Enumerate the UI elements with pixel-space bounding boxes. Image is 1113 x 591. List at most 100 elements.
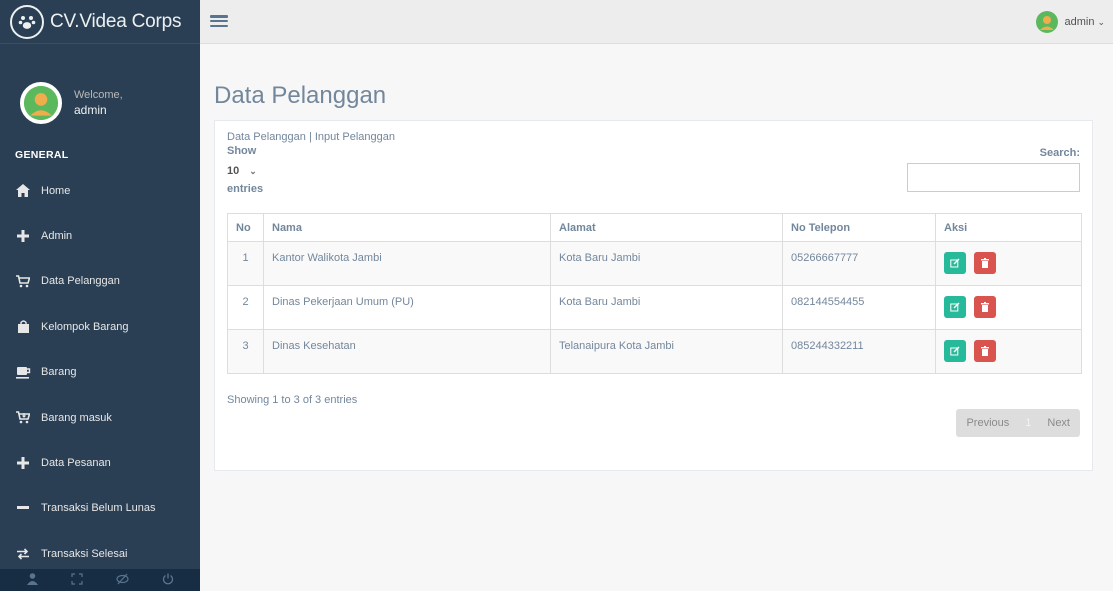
cell-nama: Kantor Walikota Jambi: [263, 241, 551, 286]
edit-button[interactable]: [944, 340, 966, 362]
sidebar-footer: [0, 569, 200, 591]
table-row: 3 Dinas Kesehatan Telanaipura Kota Jambi…: [227, 329, 1082, 374]
table-header-row: No Nama Alamat No Telepon Aksi: [227, 213, 1082, 242]
column-header-telepon[interactable]: No Telepon: [782, 213, 936, 242]
chevron-down-icon: ⌄: [1097, 16, 1105, 27]
delete-button[interactable]: [974, 252, 997, 274]
sidebar-menu: Home Admin Data Pelanggan Kelompok Baran…: [0, 168, 200, 577]
data-panel: Data Pelanggan | Input Pelanggan Show 10…: [214, 120, 1093, 471]
cell-aksi: [935, 329, 1082, 374]
sidebar-item-admin[interactable]: Admin: [0, 213, 200, 258]
plus-icon: [15, 455, 31, 471]
trash-icon: [981, 346, 990, 356]
paw-icon: [10, 4, 44, 39]
page-size-value: 10: [227, 165, 240, 177]
user-icon[interactable]: [26, 572, 38, 588]
sidebar-item-label: Data Pesanan: [41, 457, 111, 470]
table-info: Showing 1 to 3 of 3 entries: [227, 394, 358, 406]
cell-no: 3: [227, 329, 264, 374]
sidebar-item-label: Kelompok Barang: [41, 320, 129, 333]
page-title: Data Pelanggan: [214, 82, 387, 109]
previous-button[interactable]: Previous: [956, 409, 1020, 437]
cell-no: 2: [227, 285, 264, 330]
cell-no: 1: [227, 241, 264, 286]
sidebar-item-transaksi-belum-lunas[interactable]: Transaksi Belum Lunas: [0, 486, 200, 531]
trash-icon: [981, 258, 990, 268]
sidebar-item-home[interactable]: Home: [0, 168, 200, 213]
plus-icon: [15, 228, 31, 244]
table-row: 1 Kantor Walikota Jambi Kota Baru Jambi …: [227, 241, 1082, 286]
power-icon[interactable]: [162, 573, 174, 588]
cell-alamat: Kota Baru Jambi: [550, 285, 783, 330]
table-controls: Show 10 ⌄ entries Search:: [227, 143, 1080, 207]
trash-icon: [981, 302, 990, 312]
cell-alamat: Telanaipura Kota Jambi: [550, 329, 783, 374]
user-menu[interactable]: admin ⌄: [1036, 11, 1105, 33]
minus-icon: [15, 500, 31, 516]
bag-icon: [15, 319, 31, 335]
edit-button[interactable]: [944, 296, 966, 318]
fullscreen-icon[interactable]: [70, 572, 83, 588]
sidebar-item-label: Home: [41, 184, 71, 197]
show-label: Show: [227, 145, 257, 157]
menu-section-title: GENERAL: [15, 149, 69, 161]
delete-button[interactable]: [974, 340, 997, 362]
column-header-alamat[interactable]: Alamat: [550, 213, 783, 242]
pagination: Previous 1 Next: [956, 409, 1080, 437]
cell-aksi: [935, 241, 1082, 286]
panel-links[interactable]: Data Pelanggan | Input Pelanggan: [227, 131, 1080, 143]
sidebar: CV.Videa Corps Welcome, admin GENERAL Ho…: [0, 0, 200, 591]
sidebar-item-kelompok-barang[interactable]: Kelompok Barang: [0, 304, 200, 349]
brand[interactable]: CV.Videa Corps: [0, 0, 200, 44]
cell-alamat: Kota Baru Jambi: [550, 241, 783, 286]
customer-table: No Nama Alamat No Telepon Aksi 1 Kantor …: [227, 213, 1082, 374]
search-input[interactable]: [907, 163, 1080, 192]
edit-icon: [950, 302, 960, 312]
avatar: [20, 82, 62, 124]
column-header-no[interactable]: No: [227, 213, 264, 242]
column-header-nama[interactable]: Nama: [263, 213, 551, 242]
cart-icon: [15, 273, 31, 289]
next-button[interactable]: Next: [1037, 409, 1080, 437]
cell-telepon: 085244332211: [782, 329, 936, 374]
sidebar-item-label: Transaksi Selesai: [41, 547, 128, 560]
entries-label: entries: [227, 183, 264, 195]
edit-button[interactable]: [944, 252, 966, 274]
delete-button[interactable]: [974, 296, 997, 318]
eye-slash-icon[interactable]: [115, 573, 129, 588]
cell-telepon: 05266667777: [782, 241, 936, 286]
welcome-text: Welcome,: [74, 89, 123, 101]
edit-icon: [950, 346, 960, 356]
profile: Welcome, admin: [0, 44, 200, 142]
sidebar-item-barang[interactable]: Barang: [0, 350, 200, 395]
search-label: Search:: [1039, 147, 1080, 159]
home-icon: [15, 183, 31, 199]
user-menu-name: admin: [1064, 16, 1095, 28]
sidebar-item-data-pelanggan[interactable]: Data Pelanggan: [0, 259, 200, 304]
page-1-button[interactable]: 1: [1019, 409, 1038, 437]
edit-icon: [950, 258, 960, 268]
sidebar-item-label: Data Pelanggan: [41, 275, 120, 288]
sidebar-item-label: Barang masuk: [41, 411, 112, 424]
chevron-down-icon: ⌄: [249, 165, 257, 176]
brand-title: CV.Videa Corps: [50, 10, 182, 32]
cart-in-icon: [15, 410, 31, 426]
cell-nama: Dinas Kesehatan: [263, 329, 551, 374]
table-row: 2 Dinas Pekerjaan Umum (PU) Kota Baru Ja…: [227, 285, 1082, 330]
menu-toggle-icon[interactable]: [210, 12, 228, 30]
cell-aksi: [935, 285, 1082, 330]
sidebar-item-label: Admin: [41, 230, 73, 243]
cup-icon: [15, 364, 31, 380]
sidebar-item-label: Transaksi Belum Lunas: [41, 502, 156, 515]
cell-telepon: 082144554455: [782, 285, 936, 330]
exchange-icon: [15, 546, 31, 562]
profile-name: admin: [74, 103, 107, 117]
sidebar-item-label: Barang: [41, 366, 77, 379]
cell-nama: Dinas Pekerjaan Umum (PU): [263, 285, 551, 330]
column-header-aksi[interactable]: Aksi: [935, 213, 1082, 242]
sidebar-item-data-pesanan[interactable]: Data Pesanan: [0, 440, 200, 485]
user-avatar: [1036, 11, 1059, 33]
page-size-select[interactable]: 10 ⌄: [227, 161, 261, 181]
sidebar-item-barang-masuk[interactable]: Barang masuk: [0, 395, 200, 440]
top-navbar: admin ⌄: [200, 0, 1113, 44]
